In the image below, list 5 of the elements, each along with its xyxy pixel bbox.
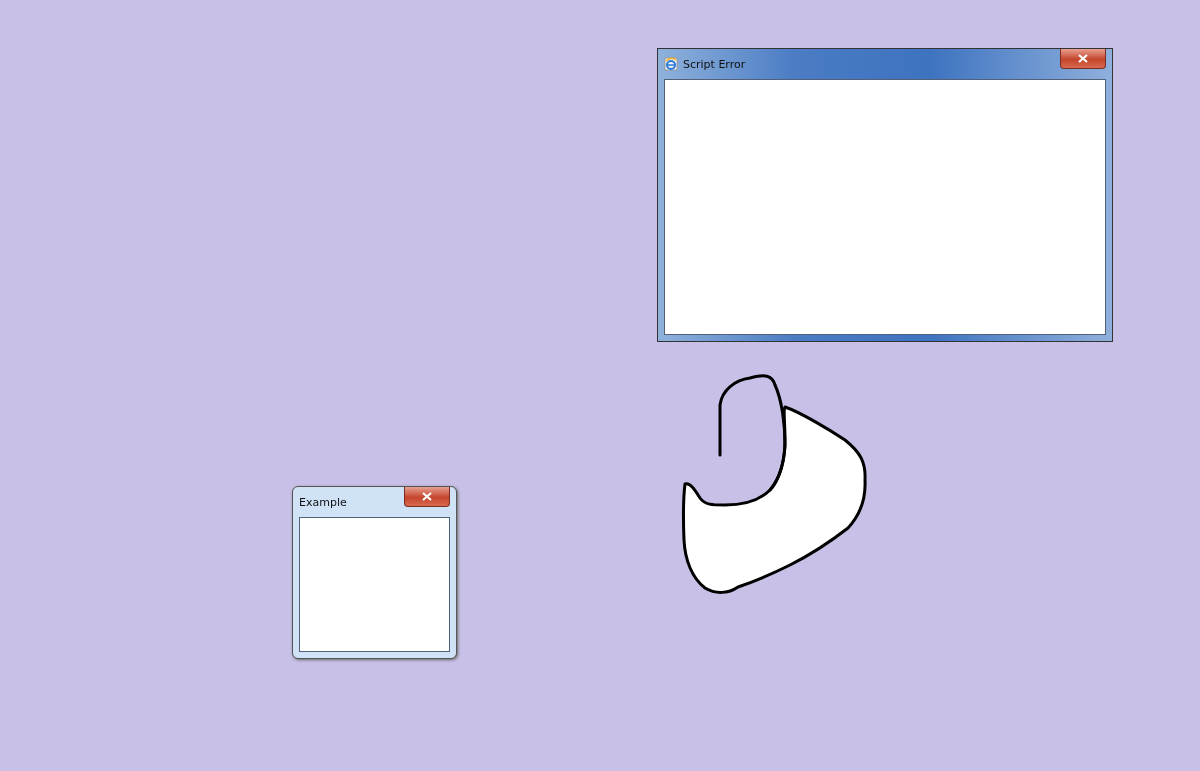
- close-icon: [422, 492, 432, 501]
- window-title: Example: [299, 495, 347, 509]
- close-button[interactable]: [1060, 49, 1106, 69]
- window-title: Script Error: [683, 57, 746, 71]
- close-icon: [1078, 54, 1088, 63]
